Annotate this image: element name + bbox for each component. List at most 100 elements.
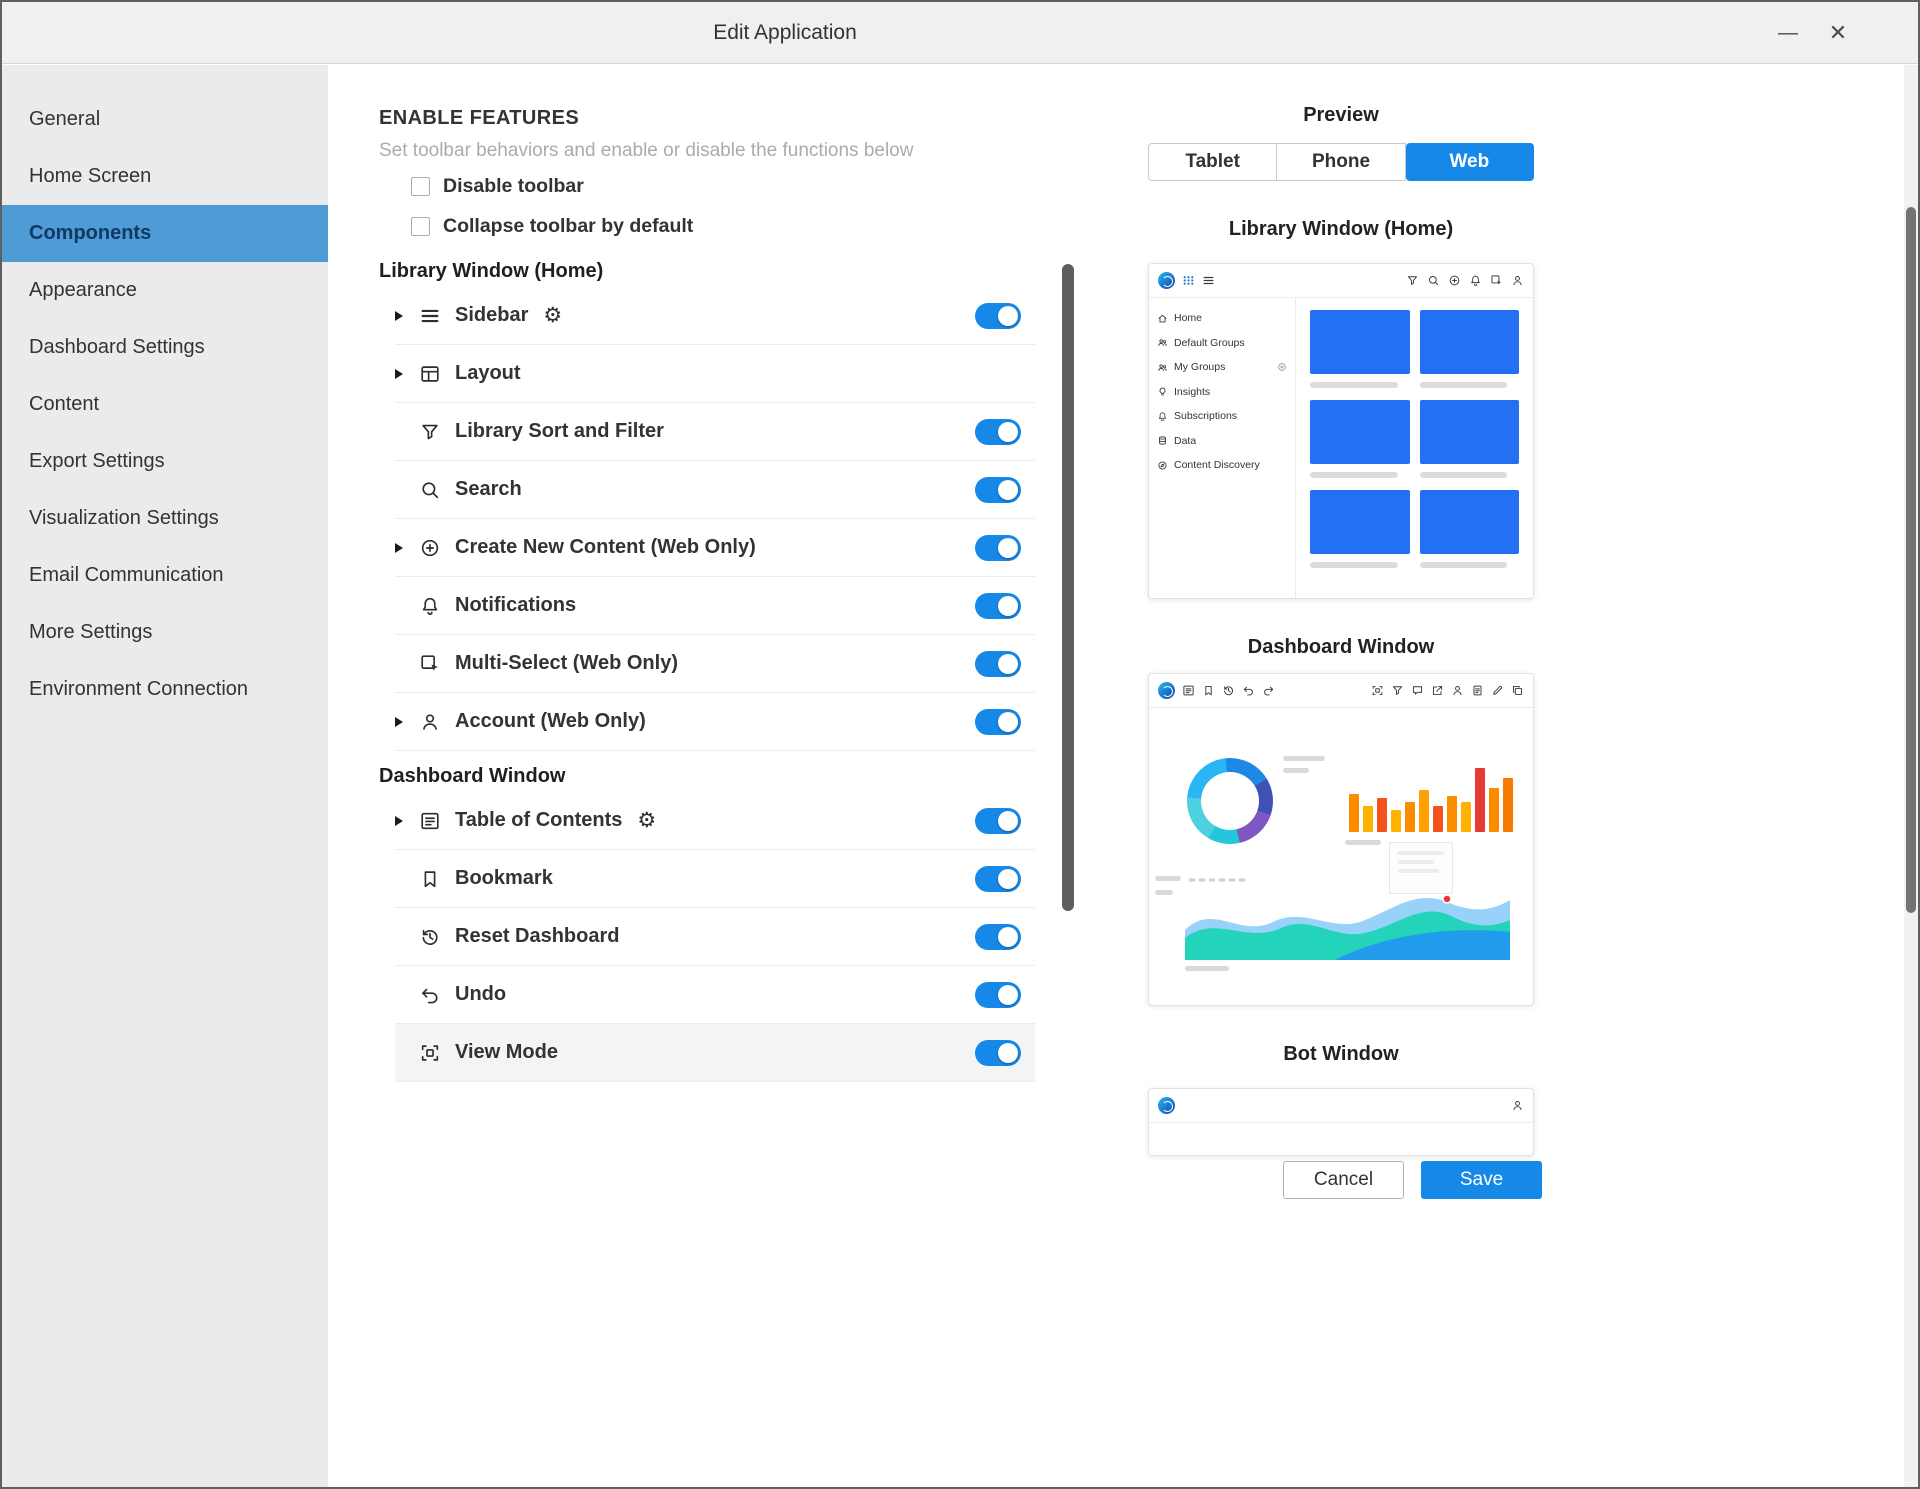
sidebar-item-home-screen[interactable]: Home Screen (2, 148, 328, 205)
bar (1503, 778, 1513, 832)
toggle-table-of-contents[interactable] (975, 808, 1021, 834)
data-icon (1157, 435, 1168, 446)
sidebar-item-export-settings[interactable]: Export Settings (2, 433, 328, 490)
expand-arrow-icon[interactable] (395, 369, 419, 379)
checkbox-label: Collapse toolbar by default (443, 215, 693, 238)
expand-arrow-icon[interactable] (395, 311, 419, 321)
library-nav-subscriptions[interactable]: Subscriptions (1149, 404, 1295, 429)
section-title-library-window-home: Library Window (Home) (379, 259, 1122, 283)
close-icon[interactable]: ✕ (1820, 2, 1856, 64)
content-tile (1310, 310, 1410, 388)
plus-icon (1277, 362, 1287, 372)
sidebar-item-components[interactable]: Components (2, 205, 328, 262)
sidebar-item-dashboard-settings[interactable]: Dashboard Settings (2, 319, 328, 376)
toggle-search[interactable] (975, 477, 1021, 503)
checkbox-row-collapse-toolbar-by-default[interactable]: Collapse toolbar by default (379, 206, 1122, 246)
toggle-notifications[interactable] (975, 593, 1021, 619)
library-nav-default-groups[interactable]: Default Groups (1149, 331, 1295, 356)
content-tile (1420, 490, 1520, 568)
checkbox-label: Disable toolbar (443, 175, 584, 198)
placeholder-line (1283, 756, 1325, 761)
expand-arrow-icon[interactable] (395, 717, 419, 727)
feature-label: Library Sort and Filter (455, 420, 664, 443)
library-nav-label: My Groups (1174, 361, 1225, 373)
checkbox[interactable] (411, 217, 430, 236)
bell-icon (419, 595, 441, 617)
app-logo-icon (1158, 272, 1175, 289)
sidebar-item-more-settings[interactable]: More Settings (2, 604, 328, 661)
toolbar-checkbox-group: Disable toolbar Collapse toolbar by defa… (379, 166, 1122, 246)
groups-icon (1157, 362, 1168, 373)
library-nav-label: Content Discovery (1174, 459, 1260, 471)
sidebar-item-email-communication[interactable]: Email Communication (2, 547, 328, 604)
library-nav-insights[interactable]: Insights (1149, 380, 1295, 405)
funnel-icon (1406, 274, 1419, 287)
sidebar-item-environment-connection[interactable]: Environment Connection (2, 661, 328, 718)
feature-label: Bookmark (455, 867, 553, 890)
menu-icon (1202, 274, 1215, 287)
cancel-button[interactable]: Cancel (1283, 1161, 1404, 1199)
preview-tab-web[interactable]: Web (1406, 143, 1534, 181)
placeholder-line (1283, 768, 1309, 773)
edit-application-dialog: Edit Application — ✕ GeneralHome ScreenC… (0, 0, 1920, 1489)
comment-icon (1411, 684, 1424, 697)
preview-panel: Preview TabletPhoneWeb Library Window (H… (1122, 65, 1904, 1487)
library-nav-data[interactable]: Data (1149, 429, 1295, 454)
library-nav-content-discovery[interactable]: Content Discovery (1149, 453, 1295, 478)
search-icon (419, 479, 441, 501)
toggle-multi-select-web-only[interactable] (975, 651, 1021, 677)
menu-icon (419, 305, 441, 327)
titlebar: Edit Application — ✕ (2, 2, 1918, 64)
person-icon (1511, 274, 1524, 287)
expand-arrow-icon[interactable] (395, 543, 419, 553)
checkbox-row-disable-toolbar[interactable]: Disable toolbar (379, 166, 1122, 206)
data-point-marker (1443, 895, 1451, 903)
library-nav-my-groups[interactable]: My Groups (1149, 355, 1295, 380)
sidebar-item-content[interactable]: Content (2, 376, 328, 433)
library-preview-sidebar: Home Default Groups My Groups Insights S… (1149, 298, 1296, 598)
preview-tab-tablet[interactable]: Tablet (1148, 143, 1277, 181)
bar (1489, 788, 1499, 832)
settings-gear-icon[interactable]: ⚙ (637, 810, 656, 831)
undo-icon (419, 984, 441, 1006)
toggle-undo[interactable] (975, 982, 1021, 1008)
feature-row-library-sort-and-filter: Library Sort and Filter (395, 403, 1035, 461)
checkbox[interactable] (411, 177, 430, 196)
bar (1377, 798, 1387, 832)
sidebar-item-general[interactable]: General (2, 91, 328, 148)
placeholder-line (1185, 966, 1229, 971)
preview-tab-phone[interactable]: Phone (1277, 143, 1405, 181)
toggle-reset-dashboard[interactable] (975, 924, 1021, 950)
expand-arrow-icon[interactable] (395, 816, 419, 826)
main-panel: ENABLE FEATURES Set toolbar behaviors an… (329, 65, 1122, 1487)
toggle-bookmark[interactable] (975, 866, 1021, 892)
dashboard-preview-toolbar (1149, 674, 1533, 708)
settings-gear-icon[interactable]: ⚙ (543, 305, 562, 326)
area-chart (1185, 872, 1510, 960)
person-icon (1511, 1099, 1524, 1112)
toggle-create-new-content-web-only[interactable] (975, 535, 1021, 561)
bar (1475, 768, 1485, 832)
bar (1405, 802, 1415, 832)
person-icon (419, 711, 441, 733)
donut-chart (1187, 758, 1273, 844)
toggle-account-web-only[interactable] (975, 709, 1021, 735)
toggle-sidebar[interactable] (975, 303, 1021, 329)
toggle-library-sort-and-filter[interactable] (975, 419, 1021, 445)
minimize-icon[interactable]: — (1770, 2, 1806, 64)
compass-icon (1157, 460, 1168, 471)
library-nav-home[interactable]: Home (1149, 306, 1295, 331)
window-scrollbar[interactable] (1904, 65, 1918, 1487)
dashboard-preview-title: Dashboard Window (1148, 635, 1534, 659)
toc-icon (1182, 684, 1195, 697)
save-button[interactable]: Save (1421, 1161, 1542, 1199)
plus-icon (1448, 274, 1461, 287)
main-scrollbar-thumb[interactable] (1062, 264, 1074, 911)
sidebar-item-appearance[interactable]: Appearance (2, 262, 328, 319)
window-scrollbar-thumb[interactable] (1906, 207, 1916, 913)
toggle-view-mode[interactable] (975, 1040, 1021, 1066)
library-window-preview: Home Default Groups My Groups Insights S… (1148, 263, 1534, 599)
sidebar-item-visualization-settings[interactable]: Visualization Settings (2, 490, 328, 547)
feature-row-account-web-only: Account (Web Only) (395, 693, 1035, 751)
feature-row-table-of-contents: Table of Contents⚙ (395, 792, 1035, 850)
